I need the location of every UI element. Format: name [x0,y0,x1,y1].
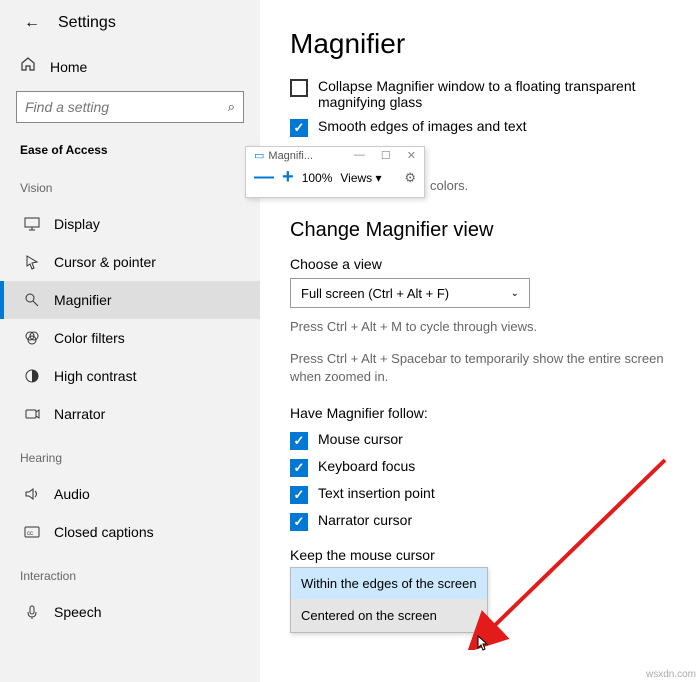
checkbox-smooth-edges[interactable]: ✓ Smooth edges of images and text [290,118,674,137]
nav-list-vision: Display Cursor & pointer Magnifier Color… [0,205,260,433]
hint-spacebar: Press Ctrl + Alt + Spacebar to temporari… [290,350,674,386]
sidebar-item-label: Speech [54,604,101,620]
watermark: wsxdn.com [646,669,696,680]
zoom-out-button[interactable]: — [254,166,274,189]
color-filters-icon [24,330,40,346]
mouse-cursor-icon [477,635,491,654]
svg-text:cc: cc [27,531,33,537]
change-view-heading: Change Magnifier view [290,219,674,242]
checkbox-text-insertion[interactable]: ✓ Text insertion point [290,485,674,504]
cc-icon: cc [24,524,40,540]
checkbox-label: Collapse Magnifier window to a floating … [318,78,674,110]
section-hearing: Hearing [0,433,260,475]
checkbox-keyboard-focus[interactable]: ✓ Keyboard focus [290,458,674,477]
display-icon [24,216,40,232]
sidebar-item-high-contrast[interactable]: High contrast [0,357,260,395]
views-dropdown[interactable]: Views ▾ [340,171,381,185]
zoom-level: 100% [302,171,333,185]
sidebar-item-color-filters[interactable]: Color filters [0,319,260,357]
checkbox-icon[interactable] [290,79,308,97]
sidebar-item-label: High contrast [54,368,136,384]
main-content: Magnifier Collapse Magnifier window to a… [260,0,700,682]
checkbox-label: Mouse cursor [318,431,403,447]
high-contrast-icon [24,368,40,384]
sidebar-item-label: Narrator [54,406,105,422]
checkbox-icon[interactable]: ✓ [290,432,308,450]
view-dropdown[interactable]: Full screen (Ctrl + Alt + F) ⌄ [290,278,530,308]
sidebar-item-cursor-pointer[interactable]: Cursor & pointer [0,243,260,281]
cursor-icon [24,254,40,270]
settings-label: Settings [58,14,116,32]
sidebar-item-magnifier[interactable]: Magnifier [0,281,260,319]
sidebar: ← Settings Home ⌕ Ease of Access Vision … [0,0,260,682]
search-input[interactable] [25,99,228,115]
sidebar-item-label: Closed captions [54,524,154,540]
dropdown-value: Full screen (Ctrl + Alt + F) [301,286,449,301]
magnifier-titlebar[interactable]: ▭ Magnifi... — ☐ ✕ [246,147,424,164]
checkbox-narrator-cursor[interactable]: ✓ Narrator cursor [290,512,674,531]
colors-text-fragment: colors. [430,178,468,193]
sidebar-item-label: Cursor & pointer [54,254,156,270]
nav-list-interaction: Speech [0,593,260,631]
checkbox-icon[interactable]: ✓ [290,513,308,531]
magnifier-app-icon: ▭ [254,149,264,162]
zoom-in-button[interactable]: + [282,166,294,189]
maximize-icon[interactable]: ☐ [381,149,391,162]
sidebar-item-label: Magnifier [54,292,112,308]
keep-cursor-dropdown-open[interactable]: Within the edges of the screen Centered … [290,567,488,633]
dropdown-option-within-edges[interactable]: Within the edges of the screen [291,568,487,600]
audio-icon [24,486,40,502]
section-vision: Vision [0,163,260,205]
magnifier-window-title: Magnifi... [268,150,313,162]
narrator-icon [24,406,40,422]
home-label: Home [50,59,87,75]
search-icon[interactable]: ⌕ [228,99,235,115]
hint-cycle: Press Ctrl + Alt + M to cycle through vi… [290,318,674,336]
follow-label: Have Magnifier follow: [290,405,674,421]
magnifier-toolbar-window[interactable]: ▭ Magnifi... — ☐ ✕ — + 100% Views ▾ ⚙ [245,146,425,198]
checkbox-icon[interactable]: ✓ [290,486,308,504]
header-bar: ← Settings [0,10,260,46]
home-nav[interactable]: Home [0,46,260,91]
sidebar-item-label: Color filters [54,330,125,346]
checkbox-collapse-window[interactable]: Collapse Magnifier window to a floating … [290,78,674,110]
checkbox-icon[interactable]: ✓ [290,459,308,477]
search-box[interactable]: ⌕ [16,91,244,123]
minimize-icon[interactable]: — [354,149,365,162]
chevron-down-icon: ⌄ [511,288,519,299]
checkbox-mouse-cursor[interactable]: ✓ Mouse cursor [290,431,674,450]
close-icon[interactable]: ✕ [407,149,416,162]
gear-icon[interactable]: ⚙ [404,170,416,186]
sidebar-item-speech[interactable]: Speech [0,593,260,631]
sidebar-item-audio[interactable]: Audio [0,475,260,513]
keep-cursor-label: Keep the mouse cursor [290,547,674,563]
back-icon[interactable]: ← [24,14,40,32]
nav-list-hearing: Audio cc Closed captions [0,475,260,551]
sidebar-item-narrator[interactable]: Narrator [0,395,260,433]
checkbox-label: Narrator cursor [318,512,412,528]
sidebar-item-display[interactable]: Display [0,205,260,243]
magnifier-icon [24,292,40,308]
sidebar-item-label: Audio [54,486,90,502]
magnifier-toolbar-body: — + 100% Views ▾ ⚙ [246,164,424,191]
sidebar-item-label: Display [54,216,100,232]
checkbox-label: Text insertion point [318,485,435,501]
checkbox-label: Smooth edges of images and text [318,118,527,134]
section-ease-of-access: Ease of Access [0,137,260,163]
dropdown-option-centered[interactable]: Centered on the screen [291,600,487,632]
home-icon [20,56,36,77]
section-interaction: Interaction [0,551,260,593]
choose-view-label: Choose a view [290,256,674,272]
checkbox-label: Keyboard focus [318,458,415,474]
speech-icon [24,604,40,620]
sidebar-item-closed-captions[interactable]: cc Closed captions [0,513,260,551]
page-title: Magnifier [290,28,674,60]
checkbox-icon[interactable]: ✓ [290,119,308,137]
